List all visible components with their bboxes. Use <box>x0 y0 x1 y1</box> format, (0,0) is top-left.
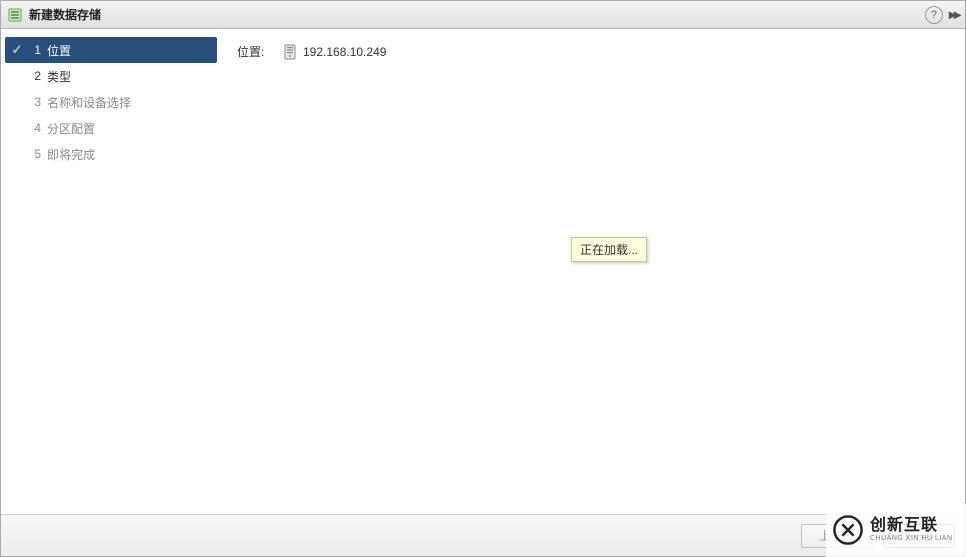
expand-button[interactable]: ▸▸ <box>949 6 959 23</box>
step-number: 3 <box>25 95 41 109</box>
location-label: 位置: <box>237 43 283 60</box>
step-location[interactable]: ✓ 1 位置 <box>5 37 217 63</box>
wizard-footer: 上一步 下一步 <box>1 514 965 556</box>
wizard-body: ✓ 1 位置 2 类型 3 名称和设备选择 4 分区配置 5 <box>1 29 965 514</box>
step-ready: 5 即将完成 <box>5 141 217 167</box>
step-partition: 4 分区配置 <box>5 115 217 141</box>
datastore-icon <box>7 7 23 23</box>
back-button[interactable]: 上一步 <box>801 524 873 548</box>
host-icon <box>283 44 297 60</box>
step-label: 类型 <box>47 68 71 85</box>
wizard-content: 位置: 192.168.10.249 正在加载... <box>221 29 965 514</box>
wizard-steps-sidebar: ✓ 1 位置 2 类型 3 名称和设备选择 4 分区配置 5 <box>1 29 221 514</box>
step-number: 5 <box>25 147 41 161</box>
step-label: 即将完成 <box>47 146 95 163</box>
step-number: 1 <box>25 43 41 57</box>
step-number: 2 <box>25 69 41 83</box>
window-title: 新建数据存储 <box>29 6 925 23</box>
next-button[interactable]: 下一步 <box>883 524 955 548</box>
step-name-device: 3 名称和设备选择 <box>5 89 217 115</box>
location-row: 位置: 192.168.10.249 <box>237 43 949 60</box>
step-number: 4 <box>25 121 41 135</box>
step-label: 位置 <box>47 42 71 59</box>
location-value: 192.168.10.249 <box>303 45 386 59</box>
titlebar: 新建数据存储 ? ▸▸ <box>1 1 965 29</box>
loading-tooltip: 正在加载... <box>571 237 647 262</box>
loading-text: 正在加载... <box>580 243 638 257</box>
check-icon: ✓ <box>9 42 25 58</box>
step-label: 名称和设备选择 <box>47 94 131 111</box>
help-button[interactable]: ? <box>925 6 943 24</box>
wizard-window: 新建数据存储 ? ▸▸ ✓ 1 位置 2 类型 3 名称和设备选择 4 <box>0 0 966 557</box>
step-label: 分区配置 <box>47 120 95 137</box>
step-type[interactable]: 2 类型 <box>5 63 217 89</box>
